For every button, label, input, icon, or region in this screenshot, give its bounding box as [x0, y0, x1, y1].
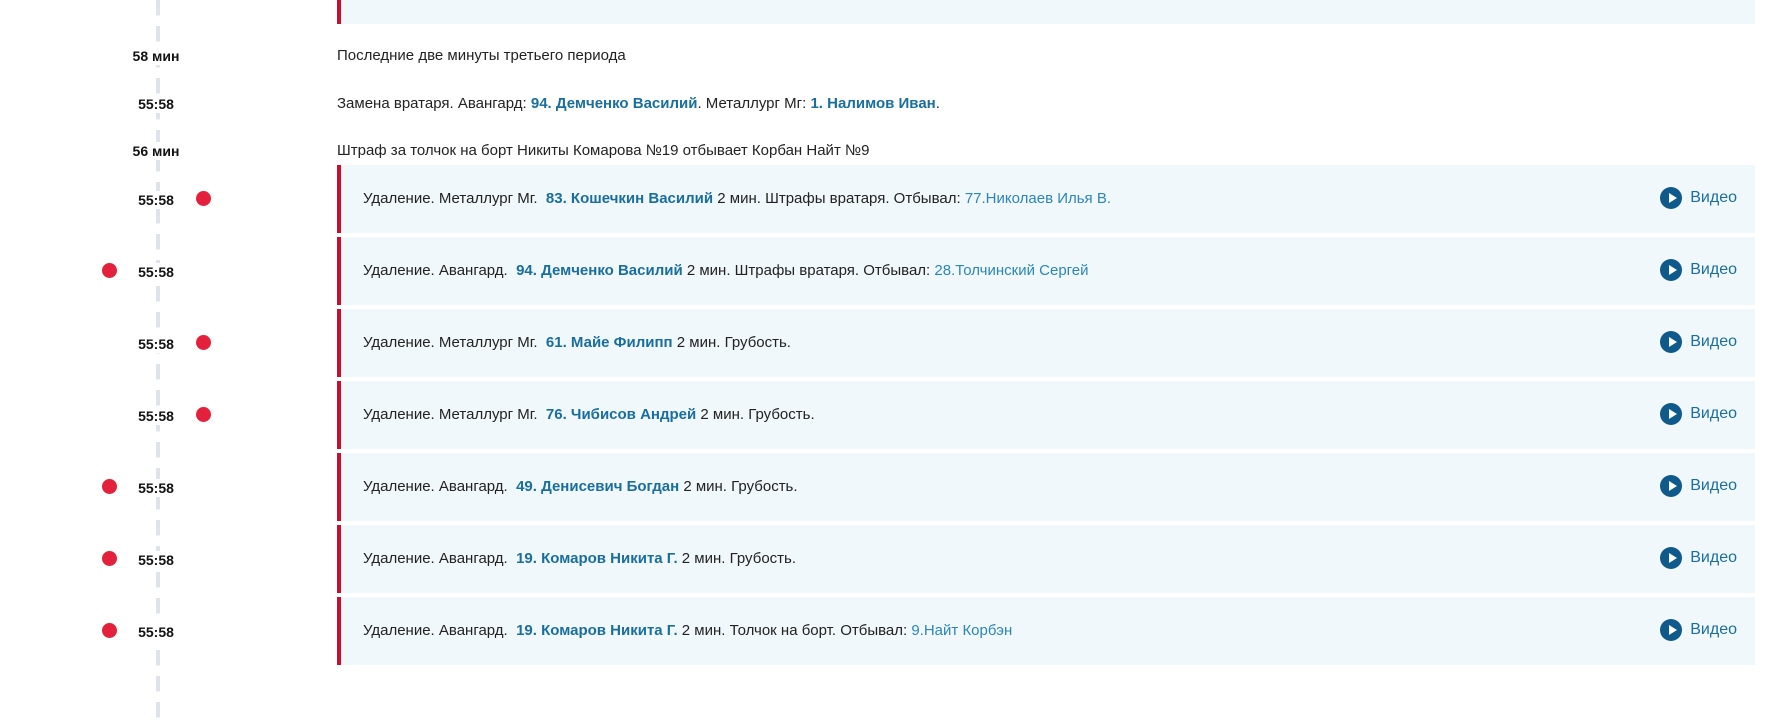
video-label: Видео: [1690, 549, 1737, 566]
play-circle-icon: [1660, 547, 1683, 569]
penalty-detail: 2 мин. Грубость.: [676, 334, 791, 351]
penalty-team: Удаление. Авангард.: [363, 622, 508, 639]
video-button[interactable]: Видео: [1660, 403, 1737, 425]
penalty-card: Удаление. Авангард. 94. Демченко Василий…: [337, 237, 1755, 305]
served-by-link[interactable]: 77.Николаев Илья В.: [965, 190, 1111, 207]
penalty-dot-icon: [102, 551, 117, 566]
player-link[interactable]: 49. Денисевич Богдан: [516, 478, 679, 495]
penalty-dot-icon: [102, 479, 117, 494]
match-events-feed: 58 мин Последние две минуты третьего пери…: [0, 0, 1786, 725]
event-time: 55:58: [124, 479, 188, 497]
event-time: 55:58: [124, 95, 188, 113]
goalie-change-mid: . Металлург Мг:: [697, 95, 811, 112]
penalty-team: Удаление. Металлург Мг.: [363, 406, 538, 423]
goalie-change-description: Замена вратаря. Авангард: 94. Демченко В…: [337, 94, 940, 114]
served-by-link[interactable]: 28.Толчинский Сергей: [934, 262, 1088, 279]
served-by-link[interactable]: 9.Найт Корбэн: [911, 622, 1012, 639]
video-label: Видео: [1690, 189, 1737, 206]
video-label: Видео: [1690, 405, 1737, 422]
penalty-description: Удаление. Авангард. 49. Денисевич Богдан…: [363, 477, 798, 497]
penalty-card: Удаление. Авангард. 49. Денисевич Богдан…: [337, 453, 1755, 521]
penalty-team: Удаление. Авангард.: [363, 550, 508, 567]
penalty-card: Удаление. Металлург Мг. 83. Кошечкин Вас…: [337, 165, 1755, 233]
penalty-description: Удаление. Металлург Мг. 61. Майе Филипп …: [363, 333, 791, 353]
penalty-card: Удаление. Авангард. 19. Комаров Никита Г…: [337, 597, 1755, 665]
goalie-change-prefix: Замена вратаря. Авангард:: [337, 95, 531, 112]
event-time: 58 мин: [124, 47, 188, 65]
penalty-detail: 2 мин. Грубость.: [681, 550, 797, 567]
penalty-description: Удаление. Авангард. 19. Комаров Никита Г…: [363, 621, 1012, 641]
player-link[interactable]: 83. Кошечкин Василий: [546, 190, 713, 207]
penalty-description: Удаление. Авангард. 94. Демченко Василий…: [363, 261, 1089, 281]
play-circle-icon: [1660, 187, 1683, 209]
video-label: Видео: [1690, 261, 1737, 278]
player-link[interactable]: 1. Налимов Иван: [810, 95, 935, 112]
play-circle-icon: [1660, 475, 1683, 497]
player-link[interactable]: 76. Чибисов Андрей: [546, 406, 696, 423]
penalty-dot-icon: [196, 191, 211, 206]
penalty-team: Удаление. Металлург Мг.: [363, 334, 538, 351]
event-time: 55:58: [124, 263, 188, 281]
event-time: 56 мин: [124, 142, 188, 160]
penalty-card: Удаление. Металлург Мг. 76. Чибисов Андр…: [337, 381, 1755, 449]
player-link[interactable]: 94. Демченко Василий: [516, 262, 683, 279]
event-time: 55:58: [124, 623, 188, 641]
previous-event-card: [337, 0, 1755, 24]
video-button[interactable]: Видео: [1660, 619, 1737, 641]
player-link[interactable]: 61. Майе Филипп: [546, 334, 673, 351]
penalty-detail: 2 мин. Грубость.: [683, 478, 798, 495]
penalty-description: Удаление. Авангард. 19. Комаров Никита Г…: [363, 549, 796, 569]
player-link[interactable]: 19. Комаров Никита Г.: [516, 550, 678, 567]
video-button[interactable]: Видео: [1660, 475, 1737, 497]
event-time: 55:58: [124, 551, 188, 569]
play-circle-icon: [1660, 331, 1683, 353]
penalty-detail: 2 мин. Штрафы вратаря. Отбывал:: [717, 190, 961, 207]
penalty-dot-icon: [196, 407, 211, 422]
event-description: Последние две минуты третьего периода: [337, 47, 626, 64]
event-time: 55:58: [124, 407, 188, 425]
penalty-team: Удаление. Металлург Мг.: [363, 190, 538, 207]
play-circle-icon: [1660, 619, 1683, 641]
penalty-dot-icon: [102, 263, 117, 278]
penalty-description: Удаление. Металлург Мг. 83. Кошечкин Вас…: [363, 189, 1111, 209]
player-link[interactable]: 19. Комаров Никита Г.: [516, 622, 678, 639]
player-link[interactable]: 94. Демченко Василий: [531, 95, 698, 112]
play-circle-icon: [1660, 403, 1683, 425]
event-time: 55:58: [124, 335, 188, 353]
penalty-detail: 2 мин. Толчок на борт. Отбывал:: [681, 622, 908, 639]
penalty-detail: 2 мин. Грубость.: [700, 406, 815, 423]
video-button[interactable]: Видео: [1660, 187, 1737, 209]
penalty-team: Удаление. Авангард.: [363, 478, 508, 495]
video-label: Видео: [1690, 333, 1737, 350]
event-time: 55:58: [124, 191, 188, 209]
video-label: Видео: [1690, 477, 1737, 494]
video-button[interactable]: Видео: [1660, 547, 1737, 569]
penalty-dot-icon: [196, 335, 211, 350]
video-button[interactable]: Видео: [1660, 331, 1737, 353]
penalty-detail: 2 мин. Штрафы вратаря. Отбывал:: [686, 262, 931, 279]
goalie-change-suffix: .: [935, 95, 940, 112]
event-description: Штраф за толчок на борт Никиты Комарова …: [337, 142, 870, 159]
penalty-dot-icon: [102, 623, 117, 638]
penalty-team: Удаление. Авангард.: [363, 262, 508, 279]
penalty-card: Удаление. Авангард. 19. Комаров Никита Г…: [337, 525, 1755, 593]
video-label: Видео: [1690, 621, 1737, 638]
penalty-card: Удаление. Металлург Мг. 61. Майе Филипп …: [337, 309, 1755, 377]
video-button[interactable]: Видео: [1660, 259, 1737, 281]
penalty-description: Удаление. Металлург Мг. 76. Чибисов Андр…: [363, 405, 815, 425]
play-circle-icon: [1660, 259, 1683, 281]
